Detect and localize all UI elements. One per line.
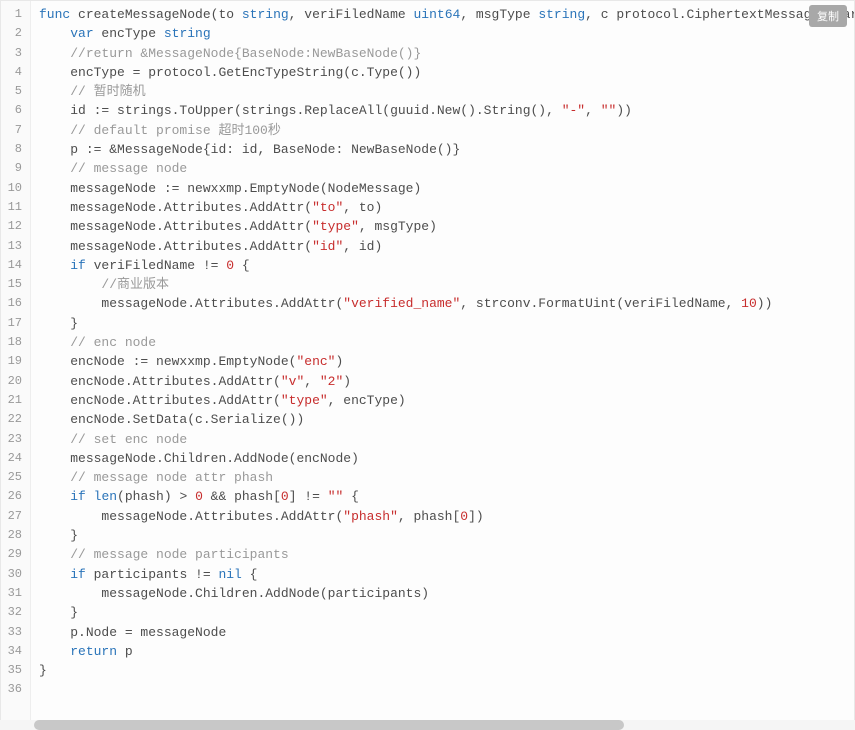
code-line: //商业版本 (39, 275, 846, 294)
line-number: 11 (5, 198, 22, 217)
line-number: 9 (5, 159, 22, 178)
code-line: messageNode.Attributes.AddAttr("id", id) (39, 237, 846, 256)
line-number: 13 (5, 237, 22, 256)
code-block: 1234567891011121314151617181920212223242… (0, 0, 855, 730)
code-line: } (39, 314, 846, 333)
code-line: var encType string (39, 24, 846, 43)
code-line: // 暂时随机 (39, 82, 846, 101)
line-number-gutter: 1234567891011121314151617181920212223242… (1, 1, 31, 729)
code-line: messageNode.Attributes.AddAttr("to", to) (39, 198, 846, 217)
code-line: encNode.Attributes.AddAttr("type", encTy… (39, 391, 846, 410)
code-line: if len(phash) > 0 && phash[0] != "" { (39, 487, 846, 506)
line-number: 6 (5, 101, 22, 120)
line-number: 8 (5, 140, 22, 159)
code-line: encNode.Attributes.AddAttr("v", "2") (39, 372, 846, 391)
code-line: p.Node = messageNode (39, 623, 846, 642)
code-line: encNode.SetData(c.Serialize()) (39, 410, 846, 429)
line-number: 32 (5, 603, 22, 622)
code-line: encNode := newxxmp.EmptyNode("enc") (39, 352, 846, 371)
line-number: 10 (5, 179, 22, 198)
line-number: 14 (5, 256, 22, 275)
code-line: // enc node (39, 333, 846, 352)
line-number: 31 (5, 584, 22, 603)
line-number: 16 (5, 294, 22, 313)
line-number: 1 (5, 5, 22, 24)
line-number: 15 (5, 275, 22, 294)
line-number: 25 (5, 468, 22, 487)
line-number: 30 (5, 565, 22, 584)
scrollbar-thumb[interactable] (34, 720, 624, 730)
line-number: 22 (5, 410, 22, 429)
line-number: 26 (5, 487, 22, 506)
line-number: 4 (5, 63, 22, 82)
code-line: // message node attr phash (39, 468, 846, 487)
code-content[interactable]: func createMessageNode(to string, veriFi… (31, 1, 854, 729)
line-number: 21 (5, 391, 22, 410)
line-number: 23 (5, 430, 22, 449)
line-number: 36 (5, 680, 22, 699)
code-line: // set enc node (39, 430, 846, 449)
line-number: 20 (5, 372, 22, 391)
code-line: if participants != nil { (39, 565, 846, 584)
code-line: if veriFiledName != 0 { (39, 256, 846, 275)
line-number: 5 (5, 82, 22, 101)
code-line: // message node (39, 159, 846, 178)
code-line: } (39, 661, 846, 680)
code-line: p := &MessageNode{id: id, BaseNode: NewB… (39, 140, 846, 159)
line-number: 24 (5, 449, 22, 468)
code-line: messageNode.Attributes.AddAttr("phash", … (39, 507, 846, 526)
line-number: 34 (5, 642, 22, 661)
code-line: messageNode := newxxmp.EmptyNode(NodeMes… (39, 179, 846, 198)
line-number: 7 (5, 121, 22, 140)
horizontal-scrollbar[interactable] (0, 720, 855, 730)
code-line: } (39, 603, 846, 622)
line-number: 29 (5, 545, 22, 564)
copy-button[interactable]: 复制 (809, 5, 847, 27)
line-number: 18 (5, 333, 22, 352)
code-line: messageNode.Children.AddNode(encNode) (39, 449, 846, 468)
code-line: encType = protocol.GetEncTypeString(c.Ty… (39, 63, 846, 82)
code-line: //return &MessageNode{BaseNode:NewBaseNo… (39, 44, 846, 63)
code-line: messageNode.Attributes.AddAttr("verified… (39, 294, 846, 313)
code-line: // message node participants (39, 545, 846, 564)
code-line: messageNode.Children.AddNode(participant… (39, 584, 846, 603)
line-number: 2 (5, 24, 22, 43)
line-number: 35 (5, 661, 22, 680)
code-line: } (39, 526, 846, 545)
line-number: 27 (5, 507, 22, 526)
code-line: messageNode.Attributes.AddAttr("type", m… (39, 217, 846, 236)
line-number: 12 (5, 217, 22, 236)
line-number: 17 (5, 314, 22, 333)
code-line: id := strings.ToUpper(strings.ReplaceAll… (39, 101, 846, 120)
code-line: return p (39, 642, 846, 661)
line-number: 28 (5, 526, 22, 545)
line-number: 3 (5, 44, 22, 63)
line-number: 19 (5, 352, 22, 371)
code-line: func createMessageNode(to string, veriFi… (39, 5, 846, 24)
line-number: 33 (5, 623, 22, 642)
code-line: // default promise 超时100秒 (39, 121, 846, 140)
